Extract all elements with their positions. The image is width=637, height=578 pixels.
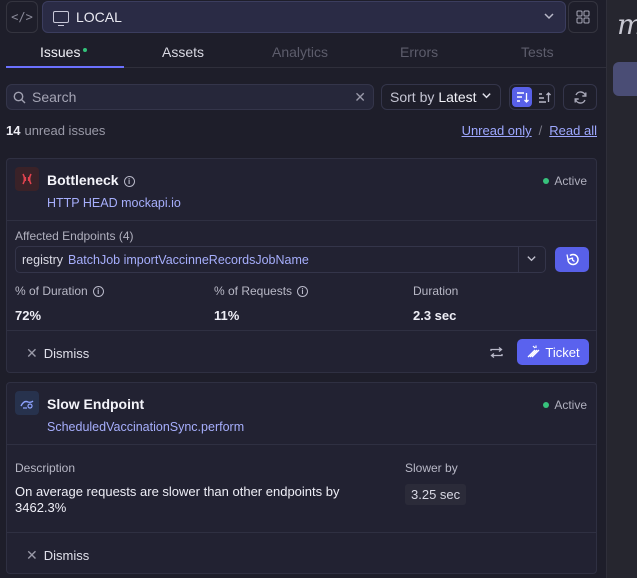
endpoint-verb: registry bbox=[22, 252, 63, 267]
digma-issues-panel: </> LOCAL Issues Assets Analytics Errors… bbox=[0, 0, 606, 578]
close-icon: ✕ bbox=[26, 345, 38, 361]
read-all-link[interactable]: Read all bbox=[549, 123, 597, 138]
clear-search-icon[interactable]: ✕ bbox=[354, 89, 366, 106]
search-box: ✕ bbox=[6, 84, 374, 110]
refresh-icon bbox=[574, 90, 586, 104]
history-icon bbox=[565, 253, 579, 266]
read-filter-links: Unread only / Read all bbox=[462, 123, 597, 138]
metric-duration-label: Duration bbox=[413, 284, 459, 298]
sort-value: Latest bbox=[438, 89, 477, 105]
divider bbox=[7, 532, 596, 533]
divider bbox=[7, 444, 596, 445]
metric-requests-pct-label: % of Requests i bbox=[214, 284, 309, 298]
sort-descending-button[interactable] bbox=[512, 87, 532, 107]
unread-count-text: unread issues bbox=[24, 123, 106, 138]
info-icon[interactable]: i bbox=[123, 176, 135, 187]
trace-history-button[interactable] bbox=[555, 247, 589, 272]
status-badge: Active bbox=[543, 398, 587, 412]
sort-prefix: Sort by bbox=[390, 89, 435, 105]
status-dot bbox=[543, 402, 550, 408]
ticket-icon bbox=[527, 345, 540, 358]
chevron-down-icon bbox=[526, 253, 537, 267]
side-panel-strip: m bbox=[606, 0, 637, 578]
info-icon[interactable]: i bbox=[92, 286, 104, 297]
metric-duration-pct-value: 72% bbox=[15, 308, 42, 323]
issue-title: Bottleneck i bbox=[47, 172, 135, 188]
issue-subtitle[interactable]: HTTP HEAD mockapi.io bbox=[47, 196, 181, 210]
metric-requests-pct-value: 11% bbox=[214, 308, 240, 323]
ticket-button[interactable]: Ticket bbox=[517, 339, 589, 365]
slower-by-value: 3.25 sec bbox=[405, 484, 467, 505]
monitor-icon bbox=[53, 11, 69, 26]
new-indicator-dot bbox=[83, 48, 88, 52]
unread-count-number: 14 bbox=[6, 123, 21, 138]
tab-errors[interactable]: Errors bbox=[400, 44, 438, 60]
code-icon: </> bbox=[11, 10, 33, 24]
select-divider bbox=[518, 247, 519, 272]
search-input[interactable] bbox=[32, 89, 332, 105]
environment-label: LOCAL bbox=[76, 9, 122, 25]
sort-ascending-icon bbox=[538, 91, 551, 103]
side-panel-letter: m bbox=[617, 8, 637, 41]
tab-analytics[interactable]: Analytics bbox=[272, 44, 328, 60]
active-tab-underline bbox=[6, 66, 124, 68]
environment-select[interactable]: LOCAL bbox=[42, 1, 566, 33]
dismiss-button[interactable]: ✕ Dismiss bbox=[26, 345, 89, 362]
grid-menu-button[interactable] bbox=[568, 1, 598, 33]
top-bar: </> LOCAL bbox=[6, 1, 598, 33]
tab-assets[interactable]: Assets bbox=[162, 44, 204, 60]
divider bbox=[7, 220, 596, 221]
affected-endpoint-select[interactable]: registry BatchJob importVaccinneRecordsJ… bbox=[15, 246, 546, 273]
sort-ascending-button[interactable] bbox=[535, 87, 553, 107]
issue-subtitle[interactable]: ScheduledVaccinationSync.perform bbox=[47, 420, 244, 434]
metric-duration-value: 2.3 sec bbox=[413, 308, 457, 323]
status-dot bbox=[543, 178, 550, 184]
search-icon bbox=[13, 91, 26, 103]
tab-issues[interactable]: Issues bbox=[40, 44, 88, 60]
slower-by-label: Slower by bbox=[405, 461, 458, 475]
links-separator: / bbox=[538, 123, 543, 138]
description-text: On average requests are slower than othe… bbox=[15, 484, 340, 515]
bottleneck-icon bbox=[15, 167, 39, 191]
sort-direction-toggle bbox=[509, 84, 555, 110]
code-view-button[interactable]: </> bbox=[6, 1, 38, 33]
chevron-down-icon bbox=[481, 90, 492, 104]
swap-icon bbox=[489, 346, 503, 358]
sort-descending-icon bbox=[516, 91, 529, 103]
sort-select[interactable]: Sort by Latest bbox=[381, 84, 501, 110]
status-badge: Active bbox=[543, 174, 587, 188]
chevron-down-icon bbox=[543, 10, 555, 25]
tab-tests[interactable]: Tests bbox=[521, 44, 554, 60]
metric-duration-pct-label: % of Duration i bbox=[15, 284, 104, 298]
issue-card-slow-endpoint: Slow Endpoint ScheduledVaccinationSync.p… bbox=[6, 382, 597, 574]
tab-bar: Issues Assets Analytics Errors Tests bbox=[6, 36, 606, 68]
issue-card-bottleneck: Bottleneck i HTTP HEAD mockapi.io Active … bbox=[6, 158, 597, 373]
close-icon: ✕ bbox=[26, 547, 38, 563]
info-icon[interactable]: i bbox=[297, 286, 309, 297]
dismiss-button[interactable]: ✕ Dismiss bbox=[26, 547, 89, 564]
endpoint-path: BatchJob importVaccinneRecordsJobName bbox=[67, 252, 309, 267]
unread-count: 14 unread issues bbox=[6, 123, 105, 138]
affected-endpoints-label: Affected Endpoints (4) bbox=[15, 229, 134, 243]
issue-title: Slow Endpoint bbox=[47, 396, 145, 412]
divider bbox=[7, 330, 596, 331]
grid-icon bbox=[576, 10, 590, 24]
refresh-button[interactable] bbox=[563, 84, 597, 110]
description-label: Description bbox=[15, 461, 76, 475]
unread-only-link[interactable]: Unread only bbox=[462, 123, 532, 138]
plugin-icon[interactable] bbox=[613, 62, 637, 96]
slow-endpoint-icon bbox=[15, 391, 39, 415]
swap-button[interactable] bbox=[487, 343, 505, 361]
